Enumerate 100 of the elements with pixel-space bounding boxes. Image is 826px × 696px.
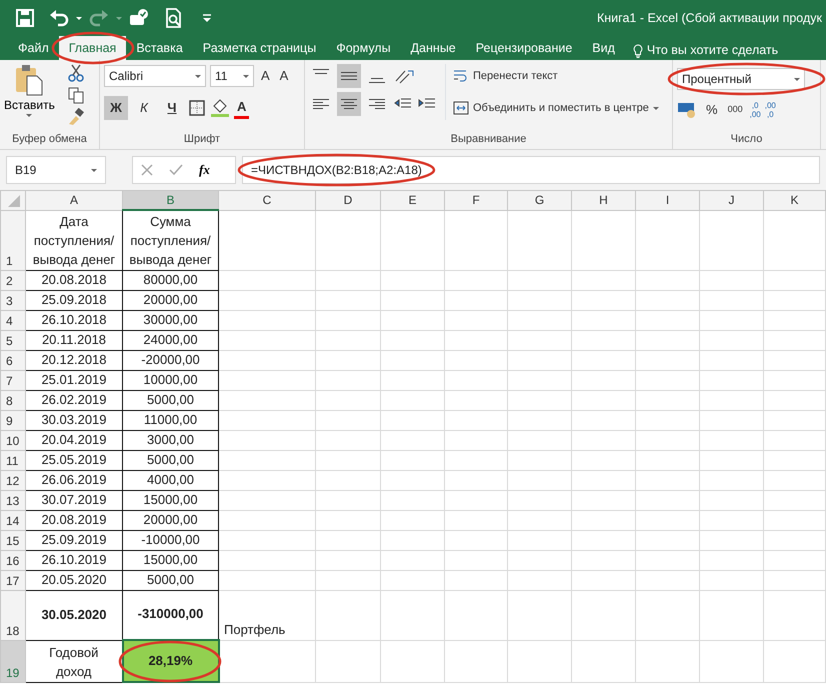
row-header[interactable]: 8 (0, 390, 26, 410)
row-header[interactable]: 2 (0, 270, 26, 290)
decrease-decimal-button[interactable]: ,00 ,0 (764, 99, 776, 121)
percent-button[interactable]: % (703, 98, 721, 122)
row-header[interactable]: 1 (0, 210, 26, 270)
font-size-field[interactable]: 11 (210, 65, 254, 87)
column-header[interactable]: H (572, 190, 636, 210)
align-right-icon (369, 98, 385, 110)
row-header[interactable]: 14 (0, 510, 26, 530)
name-box[interactable]: B19 (6, 156, 106, 184)
row-header[interactable]: 5 (0, 330, 26, 350)
format-painter-icon[interactable] (66, 108, 85, 126)
column-header[interactable]: K (764, 190, 826, 210)
row-header[interactable]: 16 (0, 550, 26, 570)
column-header[interactable]: E (380, 190, 444, 210)
number-format-field[interactable]: Процентный (677, 68, 805, 90)
font-color-button[interactable]: A (234, 97, 250, 119)
caret-icon[interactable] (195, 74, 201, 78)
row-header[interactable]: 18 (0, 590, 26, 640)
cell-text: Портфель (224, 622, 286, 637)
paste-button[interactable]: Вставить (4, 64, 55, 126)
row-header[interactable]: 7 (0, 370, 26, 390)
ribbon-tab[interactable]: Файл (8, 36, 59, 60)
copy-icon[interactable] (66, 86, 85, 104)
lightbulb-icon (632, 44, 643, 58)
insert-function-button[interactable]: fx (199, 160, 210, 180)
cell-text: 20.08.2018 (41, 272, 107, 287)
cell-text: 80000,00 (143, 272, 198, 287)
align-middle-button[interactable] (337, 64, 361, 88)
row-header[interactable]: 6 (0, 350, 26, 370)
cell-text: 20.05.2020 (41, 572, 107, 587)
cell-text: 26.06.2019 (41, 472, 107, 487)
cell-text: 30.03.2019 (41, 412, 107, 427)
row-header[interactable]: 9 (0, 410, 26, 430)
caret-icon[interactable] (243, 74, 249, 78)
italic-button[interactable]: К (132, 96, 156, 120)
ribbon-tab[interactable]: Вставка (126, 36, 193, 60)
column-header[interactable]: J (700, 190, 764, 210)
row-header[interactable]: 19 (0, 640, 26, 682)
tell-me-field[interactable]: Что вы хотите сделать (646, 41, 778, 60)
cell-text: 3000,00 (147, 432, 194, 447)
cell-text: Годовой доход (49, 644, 98, 679)
cell-text: -310000,00 (138, 606, 204, 622)
ribbon-tab[interactable]: Разметка страницы (192, 36, 326, 60)
ribbon-tab[interactable]: Рецензирование (466, 36, 582, 60)
cell-text: 4000,00 (147, 472, 194, 487)
column-header[interactable]: B (122, 190, 218, 210)
cell-text: 20.08.2019 (41, 512, 107, 527)
group-label: Число (730, 132, 764, 146)
column-header[interactable]: D (316, 190, 380, 210)
merge-center-button[interactable]: Объединить и поместить в центре (450, 96, 662, 120)
row-header[interactable]: 17 (0, 570, 26, 590)
underline-button[interactable]: Ч (160, 96, 184, 120)
cell-text: 20000,00 (143, 292, 198, 307)
cell-text: 5000,00 (147, 392, 194, 407)
cell-text: 25.05.2019 (41, 452, 107, 467)
cell-text: Сумма поступления/ вывода денег (129, 214, 212, 267)
row-header[interactable]: 10 (0, 430, 26, 450)
column-header[interactable]: I (636, 190, 700, 210)
ribbon-tab[interactable]: Вид (582, 36, 625, 60)
cell-text: 15000,00 (143, 552, 198, 567)
cell-text: 26.10.2018 (41, 312, 107, 327)
column-header[interactable]: G (508, 190, 572, 210)
wrap-text-button[interactable]: Перенести текст (450, 64, 561, 88)
grow-font-button[interactable]: A (258, 64, 273, 88)
ribbon-tab[interactable]: Формулы (326, 36, 401, 60)
column-header[interactable]: C (218, 190, 316, 210)
shrink-font-button[interactable]: A (276, 64, 292, 88)
bold-button[interactable]: Ж (104, 96, 128, 120)
caret-icon (76, 16, 82, 20)
redo-icon (88, 7, 110, 29)
increase-decimal-button[interactable]: ,0 ,00 (750, 99, 761, 121)
fill-bucket-icon[interactable] (210, 98, 230, 118)
save-icon (14, 7, 36, 29)
thousands-button[interactable]: 000 (724, 98, 746, 122)
row-header[interactable]: 12 (0, 470, 26, 490)
cell-text: 10000,00 (143, 372, 198, 387)
font-name-field[interactable]: Calibri (104, 65, 206, 87)
caret-icon[interactable] (794, 78, 800, 80)
align-center-button[interactable] (337, 92, 361, 116)
column-header[interactable]: A (26, 190, 122, 210)
cell-text: Дата поступления/ вывода денег (32, 214, 116, 267)
clipboard-icon (14, 64, 44, 96)
row-header[interactable]: 3 (0, 290, 26, 310)
caret-icon[interactable] (26, 114, 32, 117)
wrap-text-icon (453, 68, 469, 84)
cell-text: 20000,00 (143, 512, 198, 527)
align-top-icon (313, 69, 329, 75)
scissors-icon[interactable] (66, 64, 85, 82)
row-header[interactable]: 11 (0, 450, 26, 470)
row-header[interactable]: 15 (0, 530, 26, 550)
align-left-icon (313, 98, 329, 110)
row-header[interactable]: 13 (0, 490, 26, 510)
row-header[interactable]: 4 (0, 310, 26, 330)
borders-icon[interactable] (188, 99, 206, 117)
ribbon-tab[interactable]: Главная (58, 36, 126, 60)
caret-icon[interactable] (91, 168, 97, 172)
caret-icon[interactable] (652, 106, 659, 110)
column-header[interactable]: F (444, 190, 508, 210)
ribbon-tab[interactable]: Данные (400, 36, 466, 60)
